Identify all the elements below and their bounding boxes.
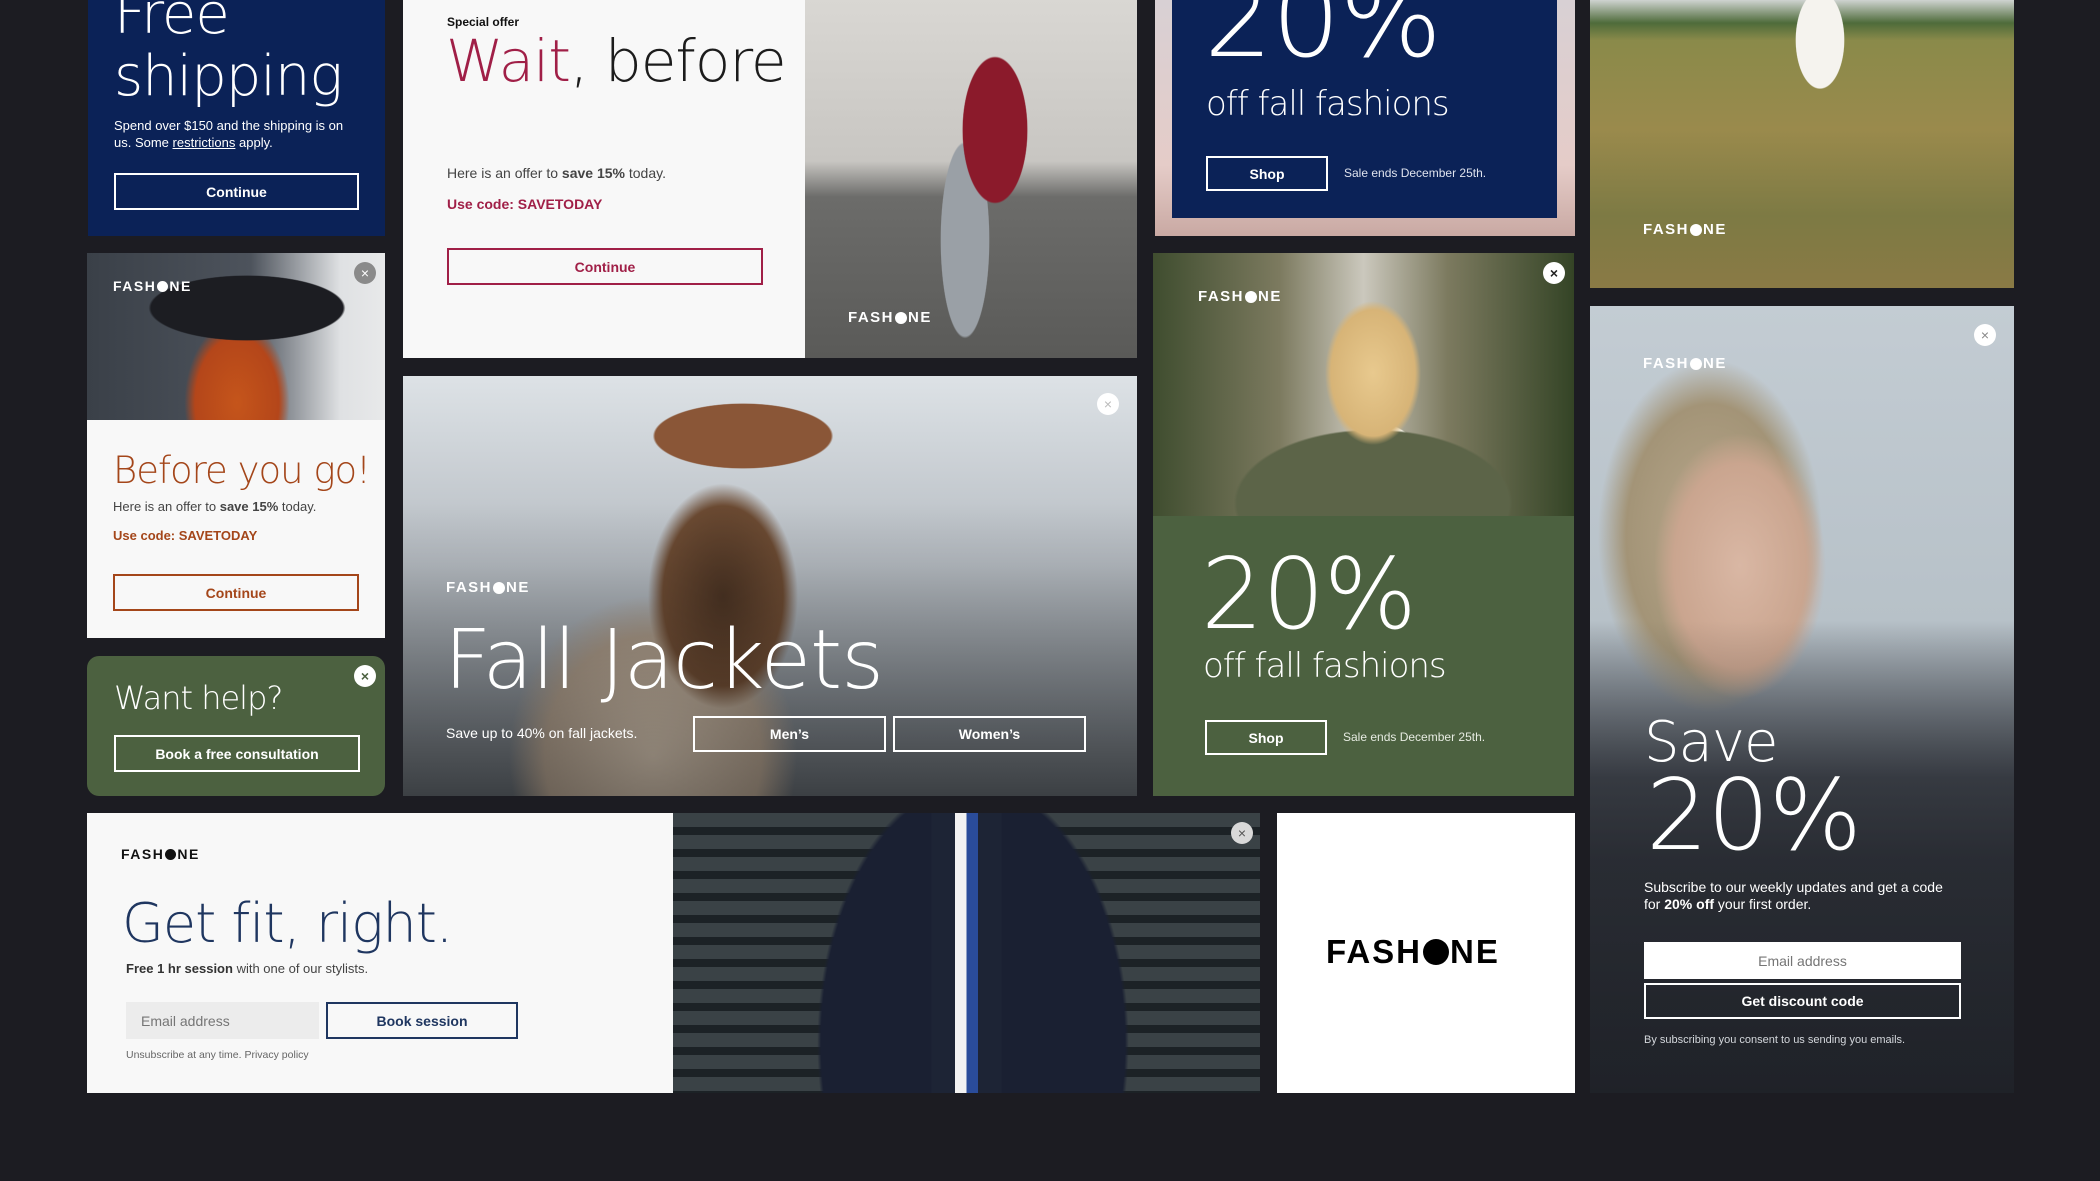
before-you-go-continue-button[interactable]: Continue	[113, 574, 359, 611]
fall-jackets-banner: × FASH NE Fall Jackets Save up to 40% on …	[403, 376, 1137, 796]
get-fit-subtitle: Free 1 hr session with one of our stylis…	[126, 961, 368, 976]
want-help-popup: × Want help? Book a free consultation	[87, 656, 385, 796]
shop-button[interactable]: Shop	[1206, 156, 1328, 191]
get-fit-subtitle-bold: Free 1 hr session	[126, 961, 233, 976]
logo-suffix: NE	[908, 309, 932, 326]
free-shipping-body: Spend over $150 and the shipping is on u…	[114, 117, 364, 151]
save-20-subscribe-popup: FASH NE × Save 20% Subscribe to our weekl…	[1590, 306, 2014, 1093]
woman-red-sweater-photo	[805, 0, 1137, 358]
sale-ends-note: Sale ends December 25th.	[1343, 730, 1486, 744]
before-you-go-title: Before you go!	[113, 449, 371, 492]
offer-text-end: today.	[278, 499, 317, 514]
book-consultation-button[interactable]: Book a free consultation	[114, 735, 360, 772]
discount-subtitle: off fall fashions	[1206, 84, 1450, 124]
logo-prefix: FASH	[1326, 933, 1423, 970]
free-shipping-text-end: apply.	[235, 135, 273, 150]
logo-suffix: NE	[177, 846, 200, 862]
wait-offer-code: Use code: SAVETODAY	[447, 196, 603, 212]
free-shipping-title: Free shipping	[114, 0, 343, 109]
get-fit-title: Get fit, right.	[122, 892, 453, 955]
consent-fine-print: By subscribing you consent to us sending…	[1644, 1034, 1906, 1046]
fall-jackets-title: Fall Jackets	[444, 613, 884, 708]
wait-offer-title-accent: Wait	[446, 27, 571, 95]
logo-prefix: FASH	[848, 309, 895, 326]
want-help-title: Want help?	[114, 679, 283, 717]
unsubscribe-fine-print: Unsubscribe at any time. Privacy policy	[126, 1049, 309, 1061]
brand-logo-card: FASH NE	[1277, 813, 1575, 1093]
logo-dot-icon	[157, 280, 169, 292]
brand-logo: FASH NE	[1643, 355, 1727, 372]
logo-prefix: FASH	[121, 846, 165, 862]
brand-logo: FASH NE	[121, 846, 200, 862]
offer-bold: save 15%	[219, 499, 279, 514]
close-icon[interactable]: ×	[1097, 393, 1119, 415]
fall-fashions-green-popup: FASH NE × 20% off fall fashions Shop Sale…	[1153, 253, 1574, 796]
brand-logo: FASH NE	[1643, 221, 1727, 238]
offer-text: Here is an offer to	[113, 499, 220, 514]
close-icon[interactable]: ×	[1231, 822, 1253, 844]
womens-button[interactable]: Women’s	[893, 716, 1086, 752]
close-icon[interactable]: ×	[354, 262, 376, 284]
before-you-go-offer: Here is an offer to save 15% today.	[113, 499, 316, 514]
wait-offer-popup: Special offer Wait, before you go! Here …	[403, 0, 1137, 358]
get-fit-popup: FASH NE Get fit, right. Free 1 hr session…	[87, 813, 1260, 1093]
email-field[interactable]	[126, 1002, 319, 1039]
sale-ends-note: Sale ends December 25th.	[1344, 166, 1487, 180]
subscribe-text-end: your first order.	[1714, 896, 1812, 912]
close-icon[interactable]: ×	[1543, 262, 1565, 284]
brand-logo: FASH NE	[1198, 288, 1282, 305]
free-shipping-continue-button[interactable]: Continue	[114, 173, 359, 210]
email-field[interactable]	[1644, 942, 1961, 979]
field-photo-banner: FASH NE	[1590, 0, 2014, 288]
logo-suffix: NE	[1258, 288, 1282, 305]
logo-suffix: NE	[506, 579, 530, 596]
restrictions-link[interactable]: restrictions	[173, 135, 236, 150]
shop-button[interactable]: Shop	[1205, 720, 1327, 755]
logo-dot-icon	[1423, 939, 1450, 965]
brand-logo-large: FASH NE	[1326, 933, 1500, 971]
logo-dot-icon	[1245, 290, 1258, 303]
get-fit-subtitle-rest: with one of our stylists.	[232, 961, 369, 976]
free-shipping-banner: Free shipping Spend over $150 and the sh…	[88, 0, 385, 236]
before-you-go-popup: FASH NE × Before you go! Here is an offer…	[87, 253, 385, 638]
logo-dot-icon	[1690, 357, 1703, 370]
get-discount-code-button[interactable]: Get discount code	[1644, 983, 1961, 1019]
logo-suffix: NE	[1703, 355, 1727, 372]
brand-logo: FASH NE	[848, 309, 932, 326]
offer-text: Here is an offer to	[447, 165, 562, 181]
logo-prefix: FASH	[446, 579, 493, 596]
logo-prefix: FASH	[113, 278, 157, 294]
save-percent: 20%	[1646, 759, 1862, 873]
wait-offer-continue-button[interactable]: Continue	[447, 248, 763, 285]
logo-dot-icon	[1690, 223, 1703, 236]
logo-suffix: NE	[1450, 933, 1500, 970]
logo-prefix: FASH	[1643, 355, 1690, 372]
discount-big: 20%	[1201, 538, 1417, 652]
logo-dot-icon	[165, 848, 177, 860]
logo-dot-icon	[895, 311, 908, 324]
fall-fashions-blue-card: 20% off fall fashions Shop Sale ends Dec…	[1172, 0, 1557, 218]
brand-logo: FASH NE	[113, 278, 192, 294]
logo-suffix: NE	[169, 278, 192, 294]
logo-suffix: NE	[1703, 221, 1727, 238]
close-icon[interactable]: ×	[1974, 324, 1996, 346]
fall-jackets-subtitle: Save up to 40% on fall jackets.	[446, 725, 638, 741]
mens-button[interactable]: Men’s	[693, 716, 886, 752]
before-you-go-code: Use code: SAVETODAY	[113, 528, 258, 543]
discount-subtitle: off fall fashions	[1203, 646, 1447, 686]
close-icon[interactable]: ×	[354, 665, 376, 687]
brand-logo: FASH NE	[446, 579, 530, 596]
offer-text-end: today.	[624, 165, 666, 181]
man-in-suit-photo	[673, 813, 1260, 1093]
subscribe-bold: 20% off	[1664, 896, 1715, 912]
subscribe-text: Subscribe to our weekly updates and get …	[1644, 879, 1954, 913]
wait-offer-text: Here is an offer to save 15% today.	[447, 165, 666, 181]
logo-prefix: FASH	[1198, 288, 1245, 305]
logo-dot-icon	[493, 581, 506, 594]
offer-bold: save 15%	[561, 165, 625, 181]
discount-big: 20%	[1204, 0, 1442, 82]
fall-fashions-blue-banner: 20% off fall fashions Shop Sale ends Dec…	[1155, 0, 1575, 236]
book-session-button[interactable]: Book session	[326, 1002, 518, 1039]
logo-prefix: FASH	[1643, 221, 1690, 238]
